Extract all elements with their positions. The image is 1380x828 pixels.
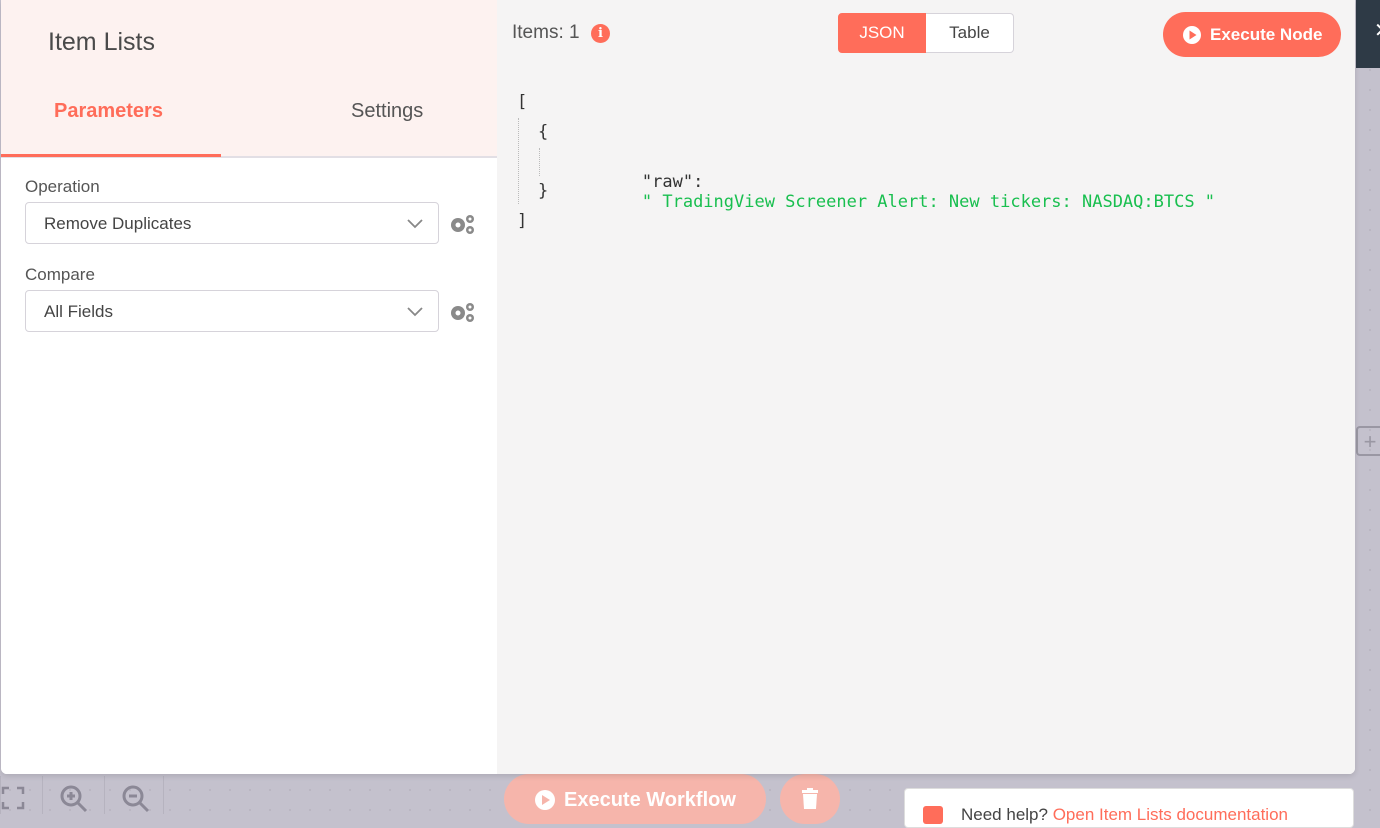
delete-button[interactable] — [780, 774, 840, 824]
zoom-in-icon — [60, 785, 88, 813]
json-view-button[interactable]: JSON — [838, 13, 926, 53]
gear-icon[interactable] — [449, 301, 477, 323]
json-bracket-close: ] — [517, 211, 528, 231]
execute-node-label: Execute Node — [1210, 25, 1323, 44]
json-bracket-open: [ — [517, 92, 528, 112]
help-banner: Need help? Open Item Lists documentation — [904, 788, 1354, 828]
play-icon — [1183, 26, 1201, 44]
trash-icon — [802, 788, 818, 809]
close-panel-strip[interactable]: ✕ — [1356, 0, 1380, 68]
table-view-button[interactable]: Table — [926, 13, 1014, 53]
operation-select[interactable]: Remove Duplicates — [25, 202, 439, 244]
node-title[interactable]: Item Lists — [48, 28, 155, 57]
compare-label: Compare — [25, 265, 95, 284]
help-doc-link[interactable]: Open Item Lists documentation — [1053, 805, 1288, 824]
parameters-panel: Item Lists Parameters Settings Operation… — [1, 0, 497, 774]
zoom-out-icon — [122, 785, 150, 813]
fullscreen-icon — [1, 786, 25, 810]
json-brace-close: } — [538, 181, 549, 201]
help-prefix: Need help? — [961, 805, 1048, 824]
add-node-icon[interactable]: + — [1356, 426, 1380, 456]
items-count: Items: 1 — [512, 22, 580, 43]
compare-select[interactable]: All Fields — [25, 290, 439, 332]
json-indent-guide — [518, 118, 519, 204]
execute-node-button[interactable]: Execute Node — [1163, 12, 1341, 57]
json-string-value: " TradingView Screener Alert: New ticker… — [641, 192, 1216, 212]
execute-workflow-label: Execute Workflow — [564, 789, 736, 811]
help-icon — [923, 806, 943, 824]
json-key: "raw": — [641, 172, 704, 192]
node-details-modal: Item Lists Parameters Settings Operation… — [1, 0, 1355, 774]
info-icon[interactable]: i — [591, 24, 610, 43]
gear-icon[interactable] — [449, 213, 477, 235]
json-brace-open: { — [538, 122, 549, 142]
operation-value: Remove Duplicates — [44, 214, 192, 233]
fullscreen-button[interactable] — [0, 776, 43, 814]
compare-value: All Fields — [44, 302, 113, 321]
view-toggle: JSON Table — [838, 13, 1014, 53]
active-tab-indicator — [1, 154, 221, 157]
output-panel: Items: 1 i JSON Table Execute Node [ { "… — [497, 0, 1355, 774]
tab-parameters[interactable]: Parameters — [54, 100, 163, 123]
close-icon[interactable]: ✕ — [1374, 18, 1380, 43]
zoom-in-button[interactable] — [42, 776, 105, 814]
execute-workflow-button[interactable]: Execute Workflow — [504, 774, 766, 824]
chevron-down-icon — [407, 219, 423, 229]
chevron-down-icon — [407, 307, 423, 317]
operation-label: Operation — [25, 177, 100, 196]
tab-settings[interactable]: Settings — [351, 100, 423, 123]
json-line-raw[interactable]: "raw": " TradingView Screener Alert: New… — [560, 152, 1215, 232]
json-indent-guide — [539, 148, 540, 176]
node-header: Item Lists Parameters Settings — [1, 0, 497, 158]
zoom-out-button[interactable] — [104, 776, 164, 814]
play-icon — [535, 790, 555, 810]
